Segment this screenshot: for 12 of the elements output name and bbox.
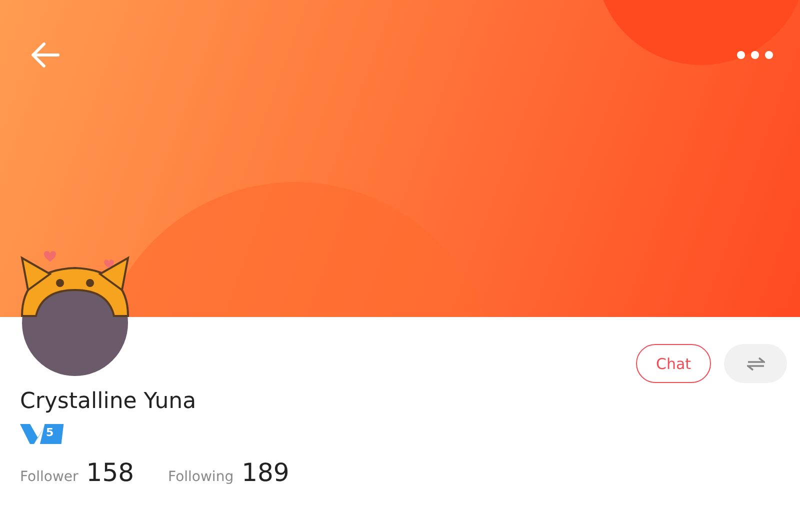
stat-value: 158	[86, 458, 134, 487]
swap-arrows-icon	[746, 356, 764, 370]
chat-button[interactable]: Chat	[636, 344, 711, 383]
stat-label: Following	[168, 469, 234, 485]
v-badge-icon	[20, 424, 46, 444]
back-arrow-icon[interactable]	[30, 42, 60, 68]
level-badge: 5	[40, 424, 64, 444]
more-icon[interactable]	[736, 50, 774, 60]
stat-value: 189	[242, 458, 290, 487]
swap-button[interactable]	[724, 344, 787, 383]
stat-label: Follower	[20, 469, 78, 485]
user-name: Crystalline Yuna	[20, 389, 198, 414]
